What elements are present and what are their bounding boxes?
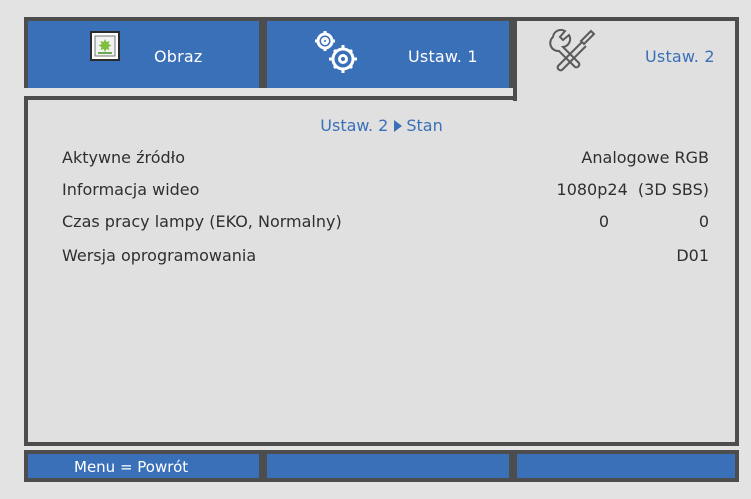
footer-segment-2 bbox=[263, 450, 513, 482]
row-label: Wersja oprogramowania bbox=[62, 246, 257, 265]
row-value: Analogowe RGB bbox=[581, 148, 709, 167]
row-label: Czas pracy lampy (EKO, Normalny) bbox=[62, 212, 342, 231]
row-label: Aktywne źródło bbox=[62, 148, 186, 167]
row-value: 1080p24 (3D SBS) bbox=[556, 180, 709, 199]
picture-icon bbox=[90, 31, 120, 65]
osd-menu: Obraz Ustaw. 1 Ustaw. 2 Ustaw. 2 Stan Ak… bbox=[0, 0, 751, 499]
footer-segment-3 bbox=[513, 450, 739, 482]
breadcrumb-current: Stan bbox=[406, 116, 443, 135]
row-label: Informacja wideo bbox=[62, 180, 200, 199]
breadcrumb-parent: Ustaw. 2 bbox=[320, 116, 389, 135]
status-panel: Ustaw. 2 Stan Aktywne źródło Analogowe RG… bbox=[24, 96, 739, 446]
chevron-right-icon bbox=[394, 120, 403, 132]
breadcrumb: Ustaw. 2 Stan bbox=[28, 116, 735, 135]
row-firmware-version: Wersja oprogramowania D01 bbox=[62, 246, 709, 268]
row-active-source: Aktywne źródło Analogowe RGB bbox=[62, 148, 709, 170]
tools-icon bbox=[547, 27, 603, 81]
row-lamp-hours: Czas pracy lampy (EKO, Normalny) 0 0 bbox=[62, 212, 709, 234]
lamp-hours-normal-value: 0 bbox=[698, 212, 709, 231]
gears-icon bbox=[311, 29, 373, 79]
footer-hint: Menu = Powrót bbox=[24, 450, 263, 482]
footer-hint-text: Menu = Powrót bbox=[74, 458, 189, 476]
tab-label: Ustaw. 1 bbox=[408, 47, 478, 66]
tab-ustaw-1[interactable]: Ustaw. 1 bbox=[263, 17, 513, 88]
row-video-info: Informacja wideo 1080p24 (3D SBS) bbox=[62, 180, 709, 202]
tab-obraz[interactable]: Obraz bbox=[24, 17, 263, 88]
tab-label: Ustaw. 2 bbox=[645, 47, 715, 66]
tab-ustaw-2[interactable]: Ustaw. 2 bbox=[513, 17, 739, 101]
row-value: D01 bbox=[676, 246, 709, 265]
lamp-hours-eco-value: 0 bbox=[598, 212, 609, 231]
tab-label: Obraz bbox=[154, 47, 203, 66]
